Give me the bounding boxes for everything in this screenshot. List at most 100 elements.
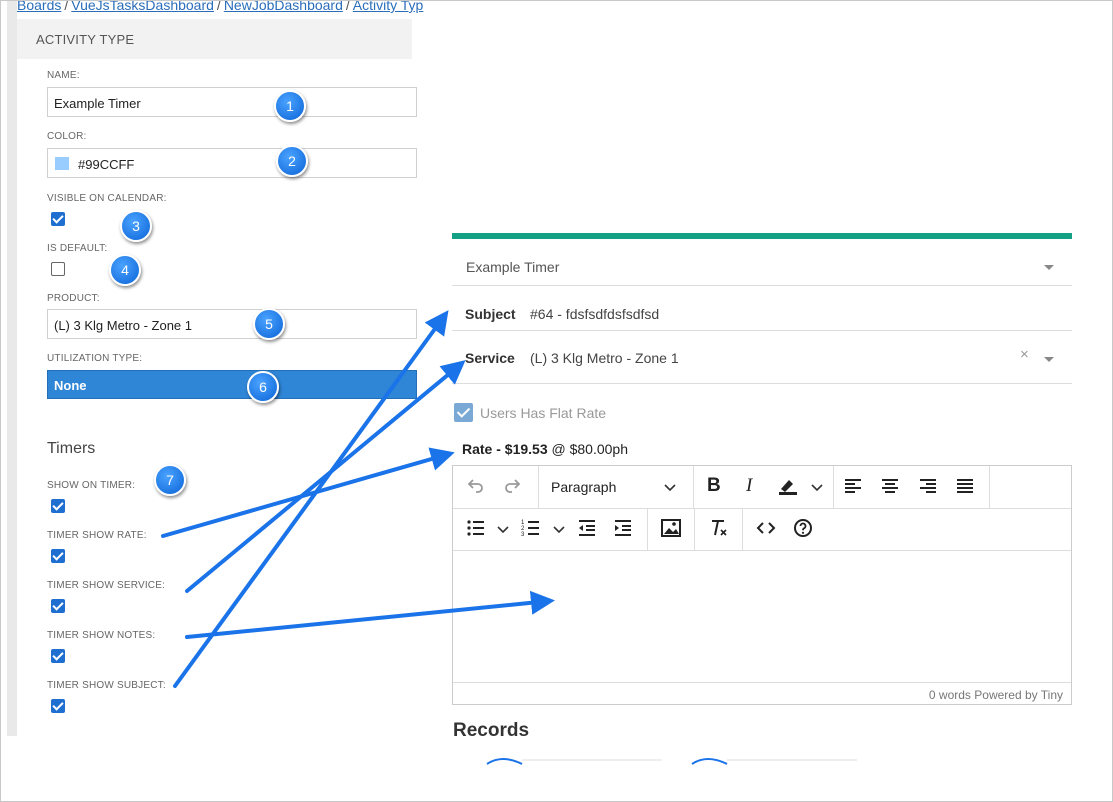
breadcrumb-boards[interactable]: Boards — [17, 1, 61, 13]
clear-icon[interactable]: × — [1020, 346, 1029, 363]
color-label: COLOR: — [47, 131, 87, 142]
records-tabs-partial — [486, 758, 857, 765]
panel-header: ACTIVITY TYPE — [17, 19, 412, 59]
color-field-value: #99CCFF — [78, 157, 135, 172]
outdent-icon[interactable] — [577, 518, 597, 543]
subject-row: Subject #64 - fdsfsdfdsfsdfsd — [452, 285, 1072, 331]
timer-show-notes-checkbox[interactable] — [51, 649, 65, 663]
code-icon[interactable] — [755, 518, 777, 543]
utilization-type-selected: None — [54, 378, 87, 393]
records-heading: Records — [453, 720, 530, 741]
breadcrumb-vuejs-tasks-dashboard[interactable]: VueJsTasksDashboard — [71, 1, 214, 13]
rate-label: Rate - $19.53 — [462, 441, 548, 457]
annotation-badge-1: 1 — [274, 90, 306, 122]
annotation-badge-3: 3 — [120, 210, 152, 242]
timer-show-subject-label: TIMER SHOW SUBJECT: — [47, 680, 166, 691]
editor-statusbar: 0 words Powered by Tiny — [453, 682, 1071, 705]
service-row[interactable]: Service (L) 3 Klg Metro - Zone 1 × — [452, 330, 1072, 384]
breadcrumb-activity-type[interactable]: Activity Typ — [353, 1, 424, 13]
timers-heading: Timers — [47, 440, 96, 457]
visible-on-calendar-checkbox[interactable] — [51, 212, 65, 226]
powered-by-tiny[interactable]: Powered by Tiny — [974, 688, 1063, 702]
panel-title: ACTIVITY TYPE — [36, 32, 135, 47]
align-center-icon[interactable] — [880, 476, 900, 501]
activity-type-panel: Boards / VueJsTasksDashboard / NewJobDashboa… — [1, 0, 423, 736]
chevron-down-icon[interactable] — [810, 478, 824, 499]
show-on-timer-checkbox[interactable] — [51, 499, 65, 513]
chevron-down-icon[interactable] — [1044, 265, 1054, 270]
svg-text:3: 3 — [521, 532, 525, 538]
timer-show-service-label: TIMER SHOW SERVICE: — [47, 580, 166, 591]
italic-icon[interactable]: I — [746, 475, 752, 497]
toolbar-divider — [989, 466, 990, 508]
breadcrumb-new-job-dashboard[interactable]: NewJobDashboard — [224, 1, 343, 13]
timer-form: Example Timer Subject #64 - fdsfsdfdsfsd… — [452, 233, 1072, 773]
toolbar-divider — [833, 466, 834, 508]
show-on-timer-label: SHOW ON TIMER: — [47, 480, 136, 491]
timer-show-service-checkbox[interactable] — [51, 599, 65, 613]
toolbar-divider — [694, 508, 695, 550]
breadcrumb-separator: / — [64, 0, 69, 13]
clear-format-icon[interactable] — [707, 518, 729, 543]
chevron-down-icon[interactable] — [663, 478, 677, 499]
toolbar-divider — [742, 508, 743, 550]
service-value: (L) 3 Klg Metro - Zone 1 — [530, 350, 679, 366]
annotation-badge-7: 7 — [154, 464, 186, 496]
word-count-line: 0 words Powered by Tiny — [929, 688, 1063, 702]
subject-label: Subject — [465, 306, 516, 322]
product-field[interactable]: (L) 3 Klg Metro - Zone 1 — [47, 309, 417, 339]
word-count: 0 words — [928, 688, 971, 702]
utilization-type-label: UTILIZATION TYPE: — [47, 353, 143, 364]
chevron-down-icon[interactable] — [552, 520, 566, 541]
name-field[interactable]: Example Timer — [47, 87, 417, 117]
indent-icon[interactable] — [613, 518, 633, 543]
undo-icon[interactable] — [465, 476, 485, 501]
chevron-down-icon[interactable] — [496, 520, 510, 541]
flat-rate-checkbox[interactable] — [454, 403, 473, 422]
toolbar-divider — [693, 466, 694, 508]
timer-show-notes-label: TIMER SHOW NOTES: — [47, 630, 156, 641]
subject-value[interactable]: #64 - fdsfsdfdsfsdfsd — [530, 306, 659, 322]
flat-rate-label: Users Has Flat Rate — [480, 405, 607, 421]
block-format-select[interactable]: Paragraph — [551, 479, 616, 495]
name-label: NAME: — [47, 70, 80, 81]
notes-editor: Paragraph B I 1 2 3 0 words Powered by T… — [452, 465, 1072, 705]
bold-icon[interactable]: B — [707, 475, 721, 497]
product-label: PRODUCT: — [47, 293, 100, 304]
name-field-value: Example Timer — [54, 96, 141, 111]
image-icon[interactable] — [660, 518, 682, 543]
timer-show-subject-checkbox[interactable] — [51, 699, 65, 713]
annotation-badge-6: 6 — [247, 371, 279, 403]
chevron-down-icon[interactable] — [1044, 357, 1054, 362]
justify-icon[interactable] — [955, 476, 975, 501]
bullet-list-icon[interactable] — [466, 518, 486, 543]
help-icon[interactable] — [792, 518, 814, 543]
rate-line: Rate - $19.53 @ $80.00ph — [462, 441, 628, 457]
annotation-badge-4: 4 — [109, 254, 141, 286]
is-default-checkbox[interactable] — [51, 262, 65, 276]
service-label: Service — [465, 350, 515, 366]
is-default-label: IS DEFAULT: — [47, 243, 108, 254]
toolbar-divider — [647, 508, 648, 550]
editor-content-area[interactable] — [453, 551, 1071, 682]
color-field[interactable]: #99CCFF — [47, 148, 417, 178]
highlight-icon[interactable] — [777, 476, 799, 501]
align-left-icon[interactable] — [843, 476, 863, 501]
screenshot-frame: Boards / VueJsTasksDashboard / NewJobDashboa… — [0, 0, 1113, 802]
panel-left-border — [7, 1, 17, 736]
timer-show-rate-checkbox[interactable] — [51, 549, 65, 563]
annotation-badge-5: 5 — [253, 308, 285, 340]
utilization-type-select[interactable]: None — [47, 370, 417, 399]
editor-toolbar-secondary: 123 — [453, 508, 1071, 551]
activity-select[interactable]: Example Timer — [452, 239, 1072, 286]
toolbar-divider — [538, 466, 539, 508]
breadcrumb-separator: / — [345, 0, 350, 13]
redo-icon[interactable] — [503, 476, 523, 501]
activity-select-value: Example Timer — [466, 259, 560, 275]
color-swatch[interactable] — [55, 157, 69, 170]
visible-on-calendar-label: VISIBLE ON CALENDAR: — [47, 193, 167, 204]
align-right-icon[interactable] — [918, 476, 938, 501]
numbered-list-icon[interactable]: 123 — [521, 518, 541, 543]
rate-suffix: @ $80.00ph — [551, 441, 629, 457]
timer-show-rate-label: TIMER SHOW RATE: — [47, 530, 147, 541]
